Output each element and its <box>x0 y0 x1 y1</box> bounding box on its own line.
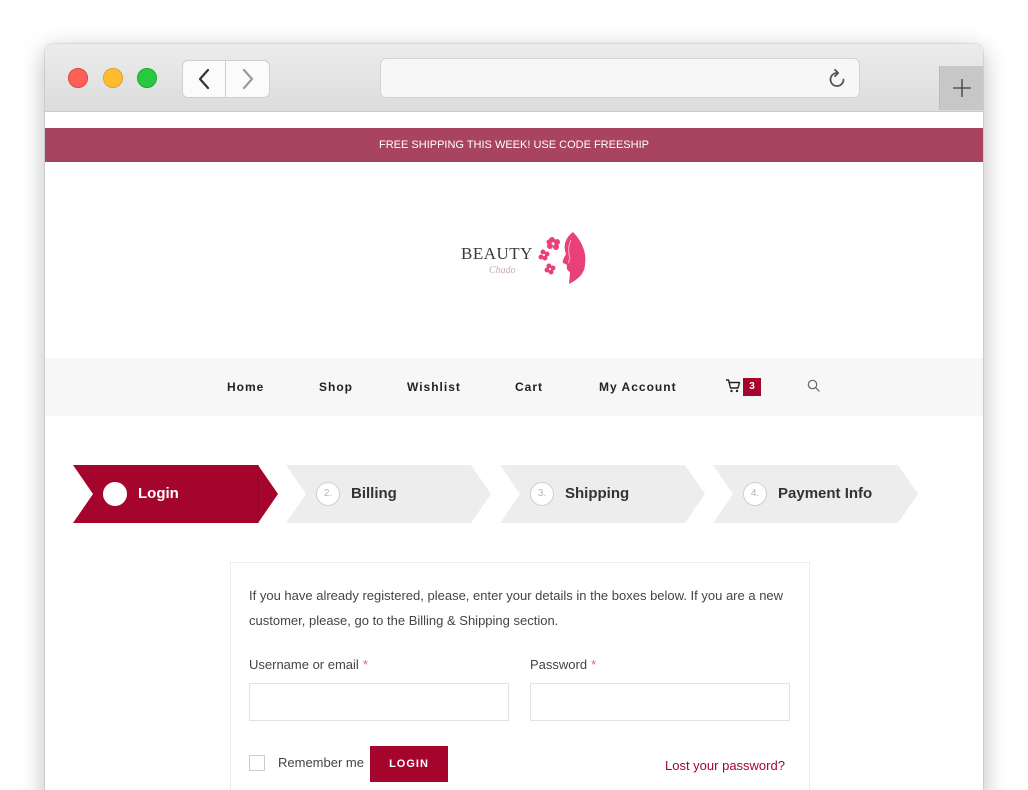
step-billing[interactable]: 2. Billing <box>286 465 491 523</box>
required-marker: * <box>591 657 597 672</box>
username-label: Username or email * <box>249 657 368 672</box>
nav-shop[interactable]: Shop <box>319 380 353 394</box>
password-input[interactable] <box>530 683 790 721</box>
step-number: 1. <box>103 482 127 506</box>
address-bar[interactable] <box>380 58 860 98</box>
cart-count-badge[interactable]: 3 <box>743 378 761 396</box>
step-label: Shipping <box>565 485 630 502</box>
required-marker: * <box>362 657 368 672</box>
step-label: Billing <box>351 485 397 502</box>
nav-cart[interactable]: Cart <box>515 380 543 394</box>
nav-wishlist[interactable]: Wishlist <box>407 380 461 394</box>
remember-me-label[interactable]: Remember me <box>278 755 364 770</box>
logo-text: BEAUTY <box>461 244 533 263</box>
username-label-text: Username or email <box>249 657 359 672</box>
maximize-window-button[interactable] <box>137 68 157 88</box>
browser-titlebar <box>45 44 983 112</box>
back-button[interactable] <box>182 60 226 98</box>
minimize-window-button[interactable] <box>103 68 123 88</box>
cart-icon[interactable] <box>725 378 741 394</box>
username-input[interactable] <box>249 683 509 721</box>
search-icon[interactable] <box>807 379 821 393</box>
password-label: Password * <box>530 657 596 672</box>
login-intro-text: If you have already registered, please, … <box>249 588 784 628</box>
woman-silhouette-logo-icon <box>538 232 586 284</box>
step-number: 4. <box>743 482 767 506</box>
remember-me-checkbox[interactable] <box>249 755 265 771</box>
nav-home[interactable]: Home <box>227 380 264 394</box>
plus-icon <box>952 79 971 97</box>
chevron-right-icon <box>242 68 253 90</box>
new-tab-button[interactable] <box>939 66 983 110</box>
site-logo[interactable]: BEAUTY Chado <box>461 230 591 286</box>
step-number: 3. <box>530 482 554 506</box>
checkout-steps: 1. Login 2. Billing 3. Shipping 4. Payme… <box>73 465 933 523</box>
login-button[interactable]: LOGIN <box>370 746 448 782</box>
reload-icon[interactable] <box>825 67 849 91</box>
step-login[interactable]: 1. Login <box>73 465 278 523</box>
main-navigation: Home Shop Wishlist Cart My Account 3 <box>45 358 983 416</box>
nav-my-account[interactable]: My Account <box>599 380 677 394</box>
promo-banner: FREE SHIPPING THIS WEEK! USE CODE FREESH… <box>45 128 983 162</box>
chevron-left-icon <box>198 68 210 90</box>
password-label-text: Password <box>530 657 588 672</box>
step-shipping[interactable]: 3. Shipping <box>500 465 705 523</box>
close-window-button[interactable] <box>68 68 88 88</box>
step-payment-info[interactable]: 4. Payment Info <box>713 465 918 523</box>
step-label: Login <box>138 485 179 502</box>
browser-window: FREE SHIPPING THIS WEEK! USE CODE FREESH… <box>45 44 983 790</box>
lost-password-link[interactable]: Lost your password? <box>665 758 785 773</box>
logo-subtext: Chado <box>489 265 516 276</box>
forward-button[interactable] <box>226 60 270 98</box>
step-label: Payment Info <box>778 485 873 502</box>
login-panel: If you have already registered, please, … <box>230 562 810 790</box>
step-number: 2. <box>316 482 340 506</box>
